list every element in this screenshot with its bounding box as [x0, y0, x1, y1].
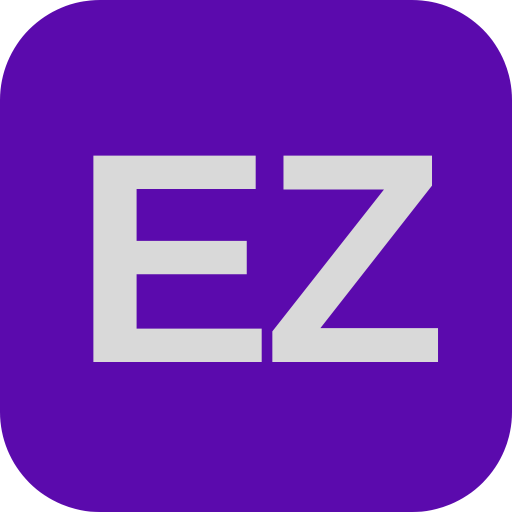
app-icon: EZ: [0, 0, 512, 512]
app-icon-monogram: EZ: [73, 90, 446, 426]
